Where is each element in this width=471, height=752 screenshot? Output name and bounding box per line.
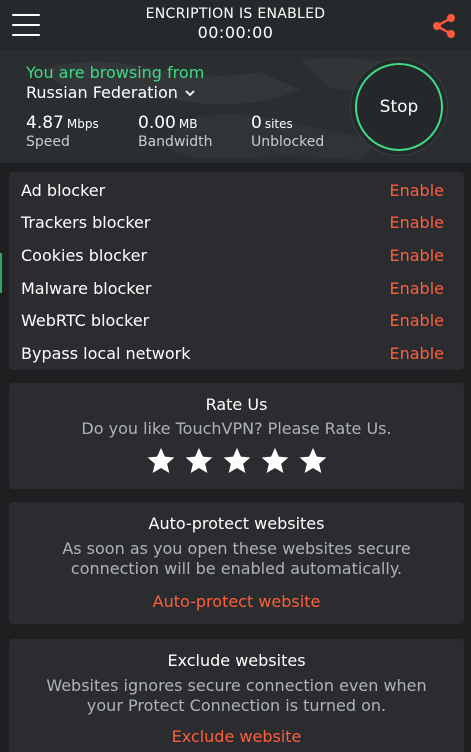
- encryption-status: ENCRIPTION IS ENABLED: [145, 6, 326, 22]
- auto-protect-card: Auto-protect websites As soon as you ope…: [9, 502, 464, 624]
- enable-cookies-blocker-button[interactable]: Enable: [390, 246, 445, 265]
- blocker-name: Ad blocker: [21, 180, 106, 200]
- bandwidth-label: Bandwidth: [138, 134, 213, 150]
- exclude-website-link[interactable]: Exclude website: [9, 727, 464, 746]
- auto-protect-text-line: As soon as you open these websites secur…: [62, 539, 411, 558]
- connection-panel: You are browsing from Russian Federation…: [0, 50, 471, 163]
- rate-us-card: Rate Us Do you like TouchVPN? Please Rat…: [9, 383, 464, 489]
- blocker-row-webrtc: WebRTC blocker Enable: [21, 304, 452, 337]
- browsing-from-label: You are browsing from: [26, 63, 205, 82]
- star-icon[interactable]: [184, 446, 214, 476]
- blocker-row-ad: Ad blocker Enable: [21, 174, 452, 207]
- exclude-websites-card: Exclude websites Websites ignores secure…: [9, 639, 464, 752]
- rate-us-title: Rate Us: [205, 395, 268, 414]
- auto-protect-website-link[interactable]: Auto-protect website: [9, 592, 464, 611]
- share-icon[interactable]: [430, 12, 458, 40]
- bandwidth-stat: 0.00 MB Bandwidth: [138, 113, 213, 150]
- star-icon[interactable]: [146, 446, 176, 476]
- blockers-card: Ad blocker Enable Trackers blocker Enabl…: [9, 172, 464, 370]
- enable-bypass-local-button[interactable]: Enable: [390, 344, 445, 363]
- enable-malware-blocker-button[interactable]: Enable: [390, 279, 445, 298]
- exclude-description: Websites ignores secure connection even …: [9, 676, 464, 716]
- blocker-row-cookies: Cookies blocker Enable: [21, 239, 452, 272]
- blocker-name: Bypass local network: [21, 343, 191, 363]
- bandwidth-unit: MB: [178, 117, 198, 131]
- sites-label: Unblocked: [251, 134, 325, 150]
- bandwidth-value: 0.00: [138, 113, 176, 133]
- speed-value: 4.87: [26, 113, 64, 133]
- sites-unit: sites: [264, 117, 293, 131]
- sites-stat: 0 sites Unblocked: [251, 113, 324, 150]
- star-icon[interactable]: [260, 446, 290, 476]
- chevron-down-icon: [185, 89, 195, 96]
- speed-stat: 4.87 Mbps Speed: [26, 113, 99, 150]
- connection-timer: 00:00:00: [197, 23, 274, 42]
- blocker-row-bypass-local: Bypass local network Enable: [21, 337, 452, 370]
- enable-ad-blocker-button[interactable]: Enable: [390, 181, 445, 200]
- speed-unit: Mbps: [66, 117, 99, 131]
- exclude-text-line: Websites ignores secure connection even …: [46, 676, 427, 695]
- top-bar: ENCRIPTION IS ENABLED 00:00:00: [0, 0, 471, 50]
- exclude-text-line: your Protect Connection is turned on.: [86, 696, 387, 715]
- sites-value: 0: [251, 113, 262, 133]
- auto-protect-text-line: connection will be enabled automatically…: [70, 559, 403, 578]
- blocker-name: Trackers blocker: [21, 213, 151, 233]
- edge-accent: [0, 253, 2, 293]
- stop-button[interactable]: Stop: [355, 63, 443, 151]
- exclude-title: Exclude websites: [167, 651, 306, 670]
- speed-label: Speed: [26, 134, 70, 150]
- enable-webrtc-blocker-button[interactable]: Enable: [390, 311, 445, 330]
- auto-protect-description: As soon as you open these websites secur…: [9, 539, 464, 579]
- star-icon[interactable]: [298, 446, 328, 476]
- rate-us-text: Do you like TouchVPN? Please Rate Us.: [81, 419, 392, 438]
- star-icon[interactable]: [222, 446, 252, 476]
- blocker-row-trackers: Trackers blocker Enable: [21, 207, 452, 240]
- enable-trackers-blocker-button[interactable]: Enable: [390, 213, 445, 232]
- auto-protect-title: Auto-protect websites: [148, 514, 325, 533]
- blocker-name: Cookies blocker: [21, 245, 148, 265]
- rating-stars: [9, 446, 464, 476]
- country-name: Russian Federation: [26, 83, 178, 102]
- blocker-row-malware: Malware blocker Enable: [21, 272, 452, 305]
- blocker-name: Malware blocker: [21, 278, 152, 298]
- country-selector[interactable]: Russian Federation: [26, 83, 196, 102]
- blocker-name: WebRTC blocker: [21, 311, 150, 331]
